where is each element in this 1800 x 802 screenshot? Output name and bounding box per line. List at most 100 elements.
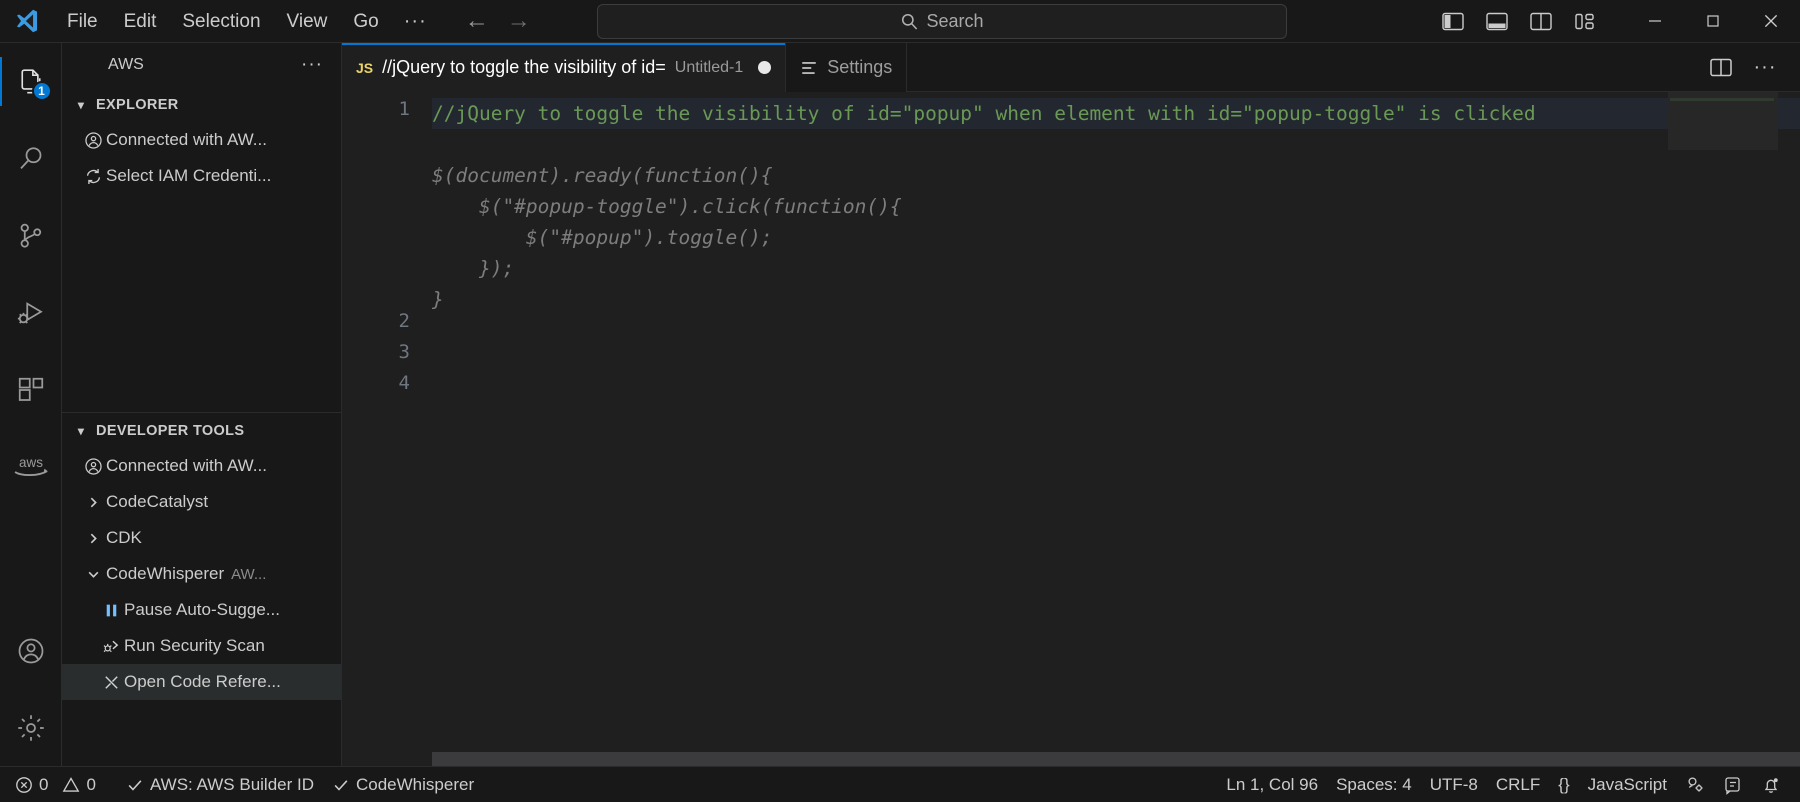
- line-number: 1: [342, 98, 410, 120]
- status-notifications[interactable]: [1752, 767, 1790, 802]
- account-circle-icon: [80, 457, 106, 476]
- menu-file[interactable]: File: [54, 5, 111, 38]
- ghost-suggestion-line: });: [432, 253, 1800, 284]
- line-number: 4: [342, 372, 410, 394]
- status-codewhisperer-label: CodeWhisperer: [356, 775, 474, 795]
- maximize-icon[interactable]: [1684, 0, 1742, 43]
- layout-sidebar-right-icon[interactable]: [1522, 5, 1560, 38]
- sidebar-item-label: Pause Auto-Sugge...: [124, 600, 280, 620]
- sidebar-section-explorer[interactable]: ▾ EXPLORER: [62, 87, 341, 122]
- status-editor-language[interactable]: JavaScript: [1579, 767, 1676, 802]
- activity-item-source-control[interactable]: [0, 197, 62, 274]
- sidebar-item-description: AW...: [231, 566, 266, 583]
- menu-edit[interactable]: Edit: [111, 5, 170, 38]
- sidebar-item-codecatalyst[interactable]: CodeCatalyst: [62, 484, 341, 520]
- account-icon: [16, 636, 46, 666]
- code-content[interactable]: 1 2 3 4 //jQuery to toggle the visibilit…: [342, 92, 1800, 752]
- tabs-empty-space: [907, 43, 1694, 92]
- security-scan-icon: [98, 637, 124, 656]
- sidebar-item-label: Connected with AW...: [106, 456, 267, 476]
- source-control-icon: [16, 221, 46, 251]
- arrow-left-icon[interactable]: ←: [465, 9, 489, 33]
- sidebar-item-pause-auto-suggestions[interactable]: Pause Auto-Sugge...: [62, 592, 341, 628]
- sidebar-item-connected-with-aws-devtools[interactable]: Connected with AW...: [62, 448, 341, 484]
- command-center-search[interactable]: Search: [597, 4, 1287, 39]
- sidebar-item-open-code-reference-log[interactable]: Open Code Refere...: [62, 664, 341, 700]
- activity-item-aws[interactable]: aws: [0, 428, 62, 505]
- status-bar-left: 0 0 AWS: AWS Builder ID CodeWhisperer: [0, 767, 483, 802]
- editor-horizontal-scrollbar-thumb[interactable]: [432, 752, 1800, 766]
- layout-sidebar-left-icon[interactable]: [1434, 5, 1472, 38]
- status-language-status[interactable]: [1676, 767, 1714, 802]
- tab-untitled-1[interactable]: JS //jQuery to toggle the visibility of …: [342, 43, 786, 92]
- status-codewhisperer[interactable]: CodeWhisperer: [323, 767, 483, 802]
- editor-tabs-bar: JS //jQuery to toggle the visibility of …: [342, 43, 1800, 92]
- line-number: 2: [342, 310, 410, 332]
- gear-icon: [16, 713, 46, 743]
- sidebar-item-run-security-scan[interactable]: Run Security Scan: [62, 628, 341, 664]
- sidebar-item-label: Connected with AW...: [106, 130, 267, 150]
- menu-go[interactable]: Go: [340, 5, 391, 38]
- bell-dot-icon: [1761, 775, 1781, 795]
- status-problems[interactable]: 0 0: [6, 767, 105, 802]
- sidebar-item-codewhisperer[interactable]: CodeWhisperer AW...: [62, 556, 341, 592]
- chevron-down-icon: ▾: [73, 424, 89, 438]
- sidebar-section-explorer-label: EXPLORER: [96, 97, 179, 113]
- arrow-right-icon[interactable]: →: [507, 9, 531, 33]
- primary-sidebar: AWS ··· ▾ EXPLORER Connected with AW...: [62, 43, 342, 766]
- ghost-suggestion-line: $("#popup").toggle();: [432, 222, 1800, 253]
- sidebar-item-connected-with-aws-explorer[interactable]: Connected with AW...: [62, 122, 341, 158]
- tab-settings[interactable]: Settings: [786, 43, 907, 92]
- status-remote-host[interactable]: [1714, 767, 1752, 802]
- sidebar-title: AWS: [108, 56, 144, 74]
- minimap[interactable]: [1668, 92, 1778, 752]
- status-editor-position[interactable]: Ln 1, Col 96: [1217, 767, 1327, 802]
- warning-count: 0: [86, 775, 95, 795]
- sidebar-more-actions-button[interactable]: ···: [295, 54, 329, 76]
- split-editor-icon[interactable]: [1704, 50, 1738, 84]
- workbench-body: 1: [0, 43, 1800, 766]
- vscode-window: File Edit Selection View Go ··· ← → Sear…: [0, 0, 1800, 802]
- status-editor-eol[interactable]: CRLF: [1487, 767, 1549, 802]
- menu-overflow-button[interactable]: ···: [392, 10, 439, 33]
- minimize-icon[interactable]: [1626, 0, 1684, 43]
- navigation-arrows: ← →: [465, 9, 531, 33]
- close-icon[interactable]: [1742, 0, 1800, 43]
- activity-item-extensions[interactable]: [0, 351, 62, 428]
- activity-item-run-and-debug[interactable]: [0, 274, 62, 351]
- layout-panel-icon[interactable]: [1478, 5, 1516, 38]
- status-bar-right: Ln 1, Col 96 Spaces: 4 UTF-8 CRLF {} Jav…: [1217, 767, 1800, 802]
- sidebar-item-cdk[interactable]: CDK: [62, 520, 341, 556]
- menu-selection[interactable]: Selection: [169, 5, 273, 38]
- status-aws-connection[interactable]: AWS: AWS Builder ID: [117, 767, 323, 802]
- line-number: 3: [342, 341, 410, 363]
- layout-customize-icon[interactable]: [1566, 5, 1604, 38]
- minimap-line: [1670, 98, 1774, 101]
- activity-item-settings[interactable]: [0, 689, 62, 766]
- aws-logo-icon: aws: [10, 452, 52, 482]
- sidebar-item-label: Select IAM Credenti...: [106, 166, 271, 186]
- layout-toggle-group: [1434, 5, 1604, 38]
- activity-item-explorer[interactable]: 1: [0, 43, 62, 120]
- vscode-logo-icon: [0, 0, 54, 43]
- activity-item-search[interactable]: [0, 120, 62, 197]
- remote-icon: [1723, 775, 1743, 795]
- search-icon: [900, 12, 919, 31]
- sidebar-explorer-fill: [62, 198, 341, 412]
- code-editor[interactable]: 1 2 3 4 //jQuery to toggle the visibilit…: [342, 92, 1800, 752]
- chevron-right-icon: [80, 496, 106, 509]
- sidebar-item-select-iam-credentials[interactable]: Select IAM Credenti...: [62, 158, 341, 194]
- editor-horizontal-scrollbar[interactable]: [342, 752, 1800, 766]
- activity-item-accounts[interactable]: [0, 612, 62, 689]
- status-editor-indentation[interactable]: Spaces: 4: [1327, 767, 1421, 802]
- ellipsis-icon[interactable]: ···: [1748, 50, 1782, 84]
- menu-view[interactable]: View: [274, 5, 341, 38]
- tab-label: //jQuery to toggle the visibility of id=: [382, 57, 666, 78]
- svg-text:aws: aws: [19, 455, 43, 470]
- js-file-icon: JS: [356, 60, 373, 76]
- status-editor-format[interactable]: {}: [1549, 767, 1578, 802]
- status-editor-encoding[interactable]: UTF-8: [1421, 767, 1487, 802]
- sidebar-section-developer-tools[interactable]: ▾ DEVELOPER TOOLS: [62, 413, 341, 448]
- tab-dirty-indicator[interactable]: [758, 61, 771, 74]
- editor-vertical-scrollbar[interactable]: [1778, 92, 1800, 752]
